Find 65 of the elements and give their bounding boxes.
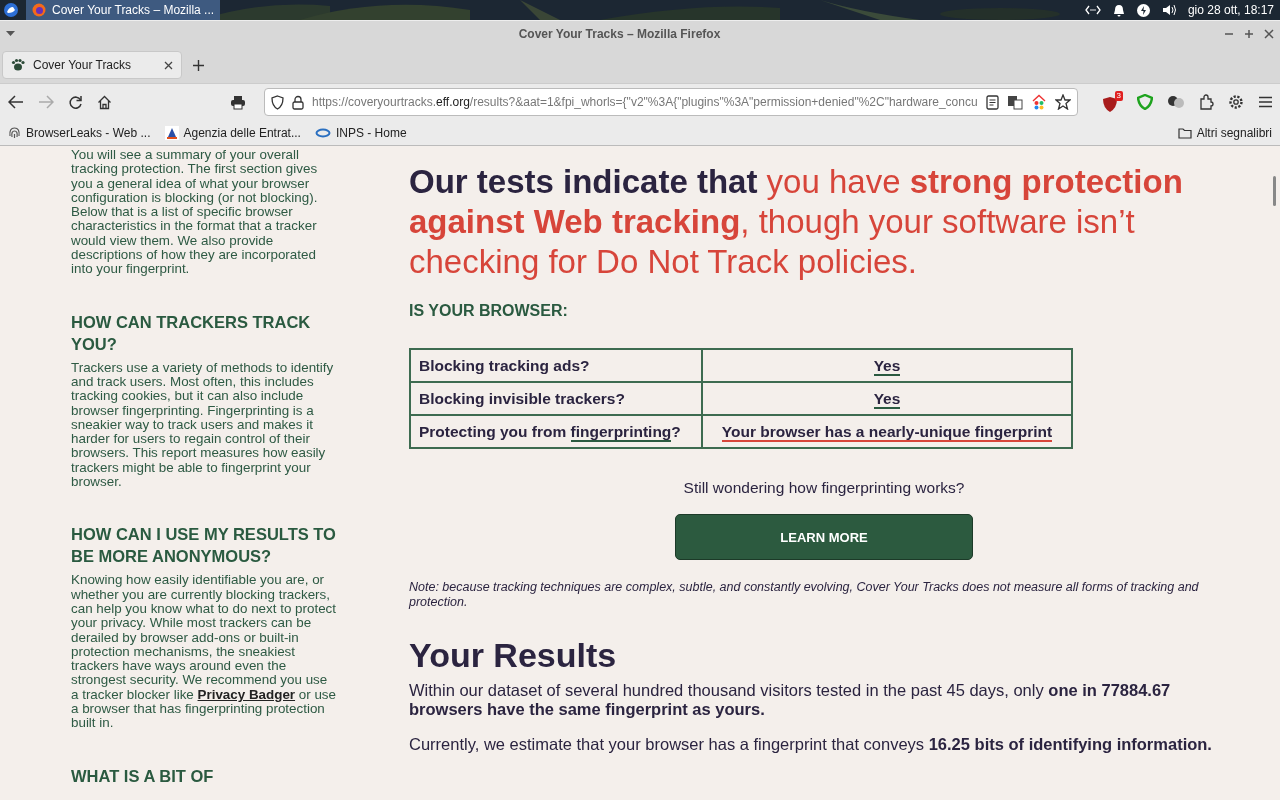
network-icon[interactable] xyxy=(1084,5,1101,15)
section-heading: HOW CAN I USE MY RESULTS TO BE MORE ANONYMOUS? xyxy=(71,524,337,568)
table-cell: Blocking invisible trackers? xyxy=(410,382,702,415)
bookmarks-folder[interactable]: Altri segnalibri xyxy=(1177,125,1272,140)
headline: Our tests indicate that you have strong protection against Web tracking, though your software isn’t checking for Do Not Track policies. xyxy=(409,162,1184,282)
menu-icon[interactable] xyxy=(1258,96,1273,108)
home-icon[interactable] xyxy=(97,94,112,110)
bookmark[interactable]: Agenzia delle Entrat... xyxy=(164,125,301,140)
note-text: Note: because tracking techniques are complex, subtle, and constantly evolving, Cover Your Tracks does not measure all forms of tracking and protection. xyxy=(409,580,1200,610)
bookmark[interactable]: INPS - Home xyxy=(314,125,407,140)
back-icon[interactable] xyxy=(8,95,24,109)
section-heading: WHAT IS A BIT OF xyxy=(71,765,215,787)
star-icon[interactable] xyxy=(1055,94,1071,110)
result-text: Within our dataset of several hundred thousand visitors tested in the past 45 days, only one in 77884.67 browsers have the same fingerprint as yours. xyxy=(409,681,1172,719)
answer-link[interactable]: Yes xyxy=(873,389,901,409)
table-cell: Blocking tracking ads? xyxy=(410,349,702,382)
text-link[interactable]: fingerprinting xyxy=(570,422,672,442)
fingerprint-icon xyxy=(8,125,21,140)
folder-icon xyxy=(1177,126,1192,139)
results-heading: Your Results xyxy=(409,636,618,675)
clock: gio 28 ott, 18:17 xyxy=(1187,3,1274,17)
firefox-icon xyxy=(32,3,46,17)
count-badge: 3 xyxy=(1114,91,1123,101)
translate-icon[interactable] xyxy=(1007,94,1023,110)
printer-icon[interactable] xyxy=(230,94,246,110)
lock-icon xyxy=(292,94,304,110)
section-text: Trackers use a variety of methods to identify and track users. Most often, this includes tracking cookies, but it can also include browser fingerprinting. Fingerprinting is a sneakier way to track users and makes it harder for users to regain control of their browsers. This report measures how easily trackers might be able to fingerprint your browser. xyxy=(71,360,335,490)
agency-icon xyxy=(164,125,179,140)
window-title: Cover Your Tracks – Mozilla Firefox xyxy=(517,27,722,41)
table-cell: Protecting you from fingerprinting? xyxy=(410,415,702,448)
house-icon[interactable] xyxy=(1031,94,1047,110)
close-icon[interactable] xyxy=(1264,29,1274,39)
shield-icon xyxy=(271,94,284,110)
prompt-text: Still wondering how fingerprinting works? xyxy=(682,479,966,497)
shield-icon xyxy=(1102,96,1118,113)
puzzle-icon[interactable] xyxy=(1199,94,1214,110)
taskbar-button[interactable]: Cover Your Tracks – Mozilla ... xyxy=(26,0,221,20)
maximize-icon[interactable] xyxy=(1244,29,1254,39)
bell-icon[interactable] xyxy=(1112,3,1125,17)
reload-icon[interactable] xyxy=(68,94,83,110)
browser-tab[interactable]: Cover Your Tracks xyxy=(2,51,182,79)
close-icon xyxy=(164,60,173,70)
reader-icon xyxy=(986,94,999,110)
paw-icon xyxy=(11,58,25,72)
launcher-icon[interactable] xyxy=(4,3,18,17)
caret-icon[interactable] xyxy=(6,31,15,37)
bookmark[interactable]: BrowserLeaks - Web ... xyxy=(8,125,151,140)
blocker-extension[interactable]: 3 xyxy=(1102,91,1123,113)
answer-link[interactable]: Yes xyxy=(873,356,901,376)
power-icon[interactable] xyxy=(1136,3,1150,17)
section-heading: HOW CAN TRACKERS TRACK YOU? xyxy=(71,311,312,355)
spheres-icon[interactable] xyxy=(1167,95,1185,109)
text-link[interactable]: Privacy Badger xyxy=(197,686,296,702)
result-text: Currently, we estimate that your browser has a fingerprint that conveys 16.25 bits of identifying information. xyxy=(409,735,1213,754)
scrollbar-thumb[interactable] xyxy=(1273,176,1276,206)
plus-icon[interactable] xyxy=(192,58,205,72)
settings-icon[interactable] xyxy=(1228,94,1244,110)
section-text: You will see a summary of your overall tracking protection. The first section gives you a general idea of what your browser configuration is blocking (or not blocking). Below that is a list of specific browser characteristics in the format that a tracker would view them. We also provide descriptions of how they are incorporated into your fingerprint. xyxy=(71,148,319,277)
section-text: Knowing how easily identifiable you are, or whether you are currently blocking trackers, can help you know what to do next to protect your privacy. While most trackers can be derailed by browser add-ons or built-in protection mechanisms, the sneakiest trackers have ways around even the strongest security. We recommend you use a tracker blocker like Privacy Badger or use a browser that has fingerprinting protection built in. xyxy=(71,573,337,731)
learn-more-button[interactable]: LEARN MORE xyxy=(675,514,973,560)
address-field[interactable]: https://coveryourtracks.eff.org/results?&aat=1&fpi_whorls={"v2"%3A{"plugins"%3A"permission+denied"%2C"hardware_concu xyxy=(264,88,1078,116)
ring-icon xyxy=(314,126,331,139)
volume-icon[interactable] xyxy=(1161,4,1176,16)
shield-icon[interactable] xyxy=(1137,94,1153,110)
section-heading: IS YOUR BROWSER: xyxy=(409,302,569,320)
